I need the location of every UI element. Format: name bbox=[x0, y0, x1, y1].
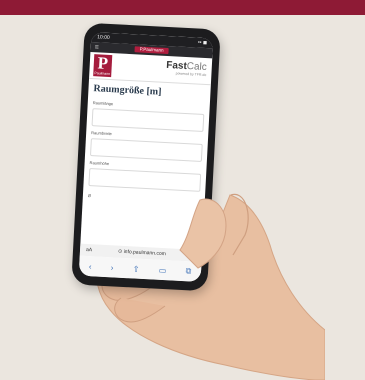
share-icon[interactable]: ⇧ bbox=[133, 264, 140, 273]
browser-tab[interactable]: P.Paulmann bbox=[134, 46, 169, 55]
back-icon[interactable]: ‹ bbox=[89, 262, 92, 271]
page-title: Raumgröße [m] bbox=[93, 83, 162, 98]
status-time: 10:00 bbox=[97, 34, 110, 41]
top-accent-bar bbox=[0, 0, 365, 15]
form-content: Raumgröße [m] Raumlänge Raumbreite Raumh… bbox=[83, 79, 211, 208]
hamburger-icon[interactable]: ≡ bbox=[94, 44, 98, 51]
logo-text: Paulmann bbox=[94, 71, 111, 77]
thumb-illustration bbox=[179, 198, 227, 269]
forward-icon[interactable]: › bbox=[111, 263, 114, 272]
room-length-input[interactable] bbox=[91, 108, 205, 132]
status-signal: ▪▪ ◼ bbox=[197, 39, 208, 47]
logo-letter: P bbox=[97, 53, 109, 73]
room-height-input[interactable] bbox=[88, 168, 202, 192]
powered-by: powered by TFR.de bbox=[175, 71, 207, 78]
room-width-input[interactable] bbox=[89, 138, 203, 162]
fastcalc-fast: Fast bbox=[165, 59, 188, 73]
bookmarks-icon[interactable]: ▭ bbox=[159, 265, 167, 274]
